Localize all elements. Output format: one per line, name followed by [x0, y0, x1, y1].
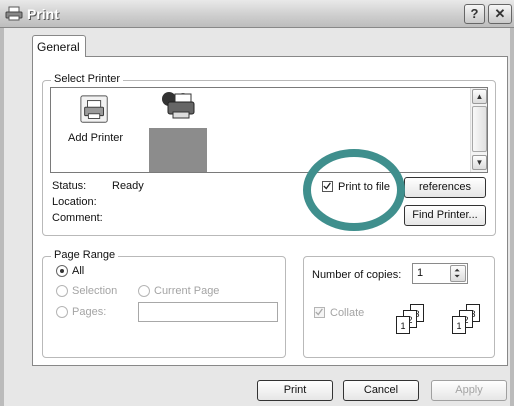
printer-list[interactable]: Add Printer ▲ ▼ — [50, 87, 488, 173]
select-printer-group-label: Select Printer — [51, 73, 124, 85]
printer-item[interactable] — [147, 90, 209, 172]
radio-current-page[interactable] — [138, 285, 150, 297]
print-to-file-checkbox[interactable] — [322, 181, 333, 192]
spin-arrows-icon — [454, 268, 460, 278]
printer-selection-highlight — [149, 128, 207, 172]
status-label: Status: — [52, 180, 87, 192]
scroll-down-button[interactable]: ▼ — [472, 155, 487, 170]
title-bar[interactable]: Print ? ✕ — [0, 0, 514, 28]
radio-pages[interactable] — [56, 306, 68, 318]
scroll-thumb[interactable] — [472, 106, 487, 152]
print-button[interactable]: Print — [257, 380, 333, 401]
collate-illustration-2: 3 2 1 — [452, 304, 492, 340]
checkmark-icon — [323, 182, 331, 190]
find-printer-button[interactable]: Find Printer... — [404, 205, 486, 226]
spin-buttons[interactable] — [450, 265, 466, 282]
copies-stepper[interactable]: 1 — [412, 263, 468, 284]
location-label: Location: — [52, 196, 97, 208]
comment-label: Comment: — [52, 212, 103, 224]
collate-label[interactable]: Collate — [330, 307, 364, 319]
pages-input[interactable] — [138, 302, 278, 322]
collate-sheet: 1 — [452, 316, 466, 334]
collate-checkbox[interactable] — [314, 307, 325, 318]
copies-label: Number of copies: — [312, 269, 402, 281]
cancel-button[interactable]: Cancel — [343, 380, 419, 401]
add-printer-label: Add Printer — [68, 132, 124, 144]
radio-pages-label[interactable]: Pages: — [72, 306, 106, 318]
radio-selected-dot — [60, 269, 64, 273]
radio-current-page-label[interactable]: Current Page — [154, 285, 219, 297]
network-printer-icon — [162, 92, 195, 119]
radio-all[interactable] — [56, 265, 68, 277]
copies-value: 1 — [417, 267, 424, 279]
add-printer-item[interactable]: Add Printer — [63, 92, 127, 148]
help-button[interactable]: ? — [464, 4, 485, 24]
chevron-up-icon: ▲ — [475, 92, 484, 101]
apply-button[interactable]: Apply — [431, 380, 507, 401]
print-to-file-label[interactable]: Print to file — [338, 181, 390, 193]
window-title: Print — [27, 6, 59, 22]
printer-list-scrollbar[interactable]: ▲ ▼ — [470, 88, 487, 172]
close-button[interactable]: ✕ — [488, 4, 512, 24]
status-value: Ready — [112, 180, 144, 192]
radio-all-label[interactable]: All — [72, 265, 84, 277]
add-printer-icon — [80, 95, 108, 123]
chevron-down-icon: ▼ — [475, 158, 484, 167]
preferences-button[interactable]: references — [404, 177, 486, 198]
page-range-group-label: Page Range — [51, 249, 119, 261]
radio-selection[interactable] — [56, 285, 68, 297]
collate-illustration-1: 3 2 1 — [396, 304, 436, 340]
radio-selection-label[interactable]: Selection — [72, 285, 117, 297]
checkmark-icon — [315, 308, 323, 316]
scroll-up-button[interactable]: ▲ — [472, 89, 487, 104]
tab-general[interactable]: General — [32, 35, 86, 57]
collate-sheet: 1 — [396, 316, 410, 334]
printer-icon — [5, 6, 23, 21]
